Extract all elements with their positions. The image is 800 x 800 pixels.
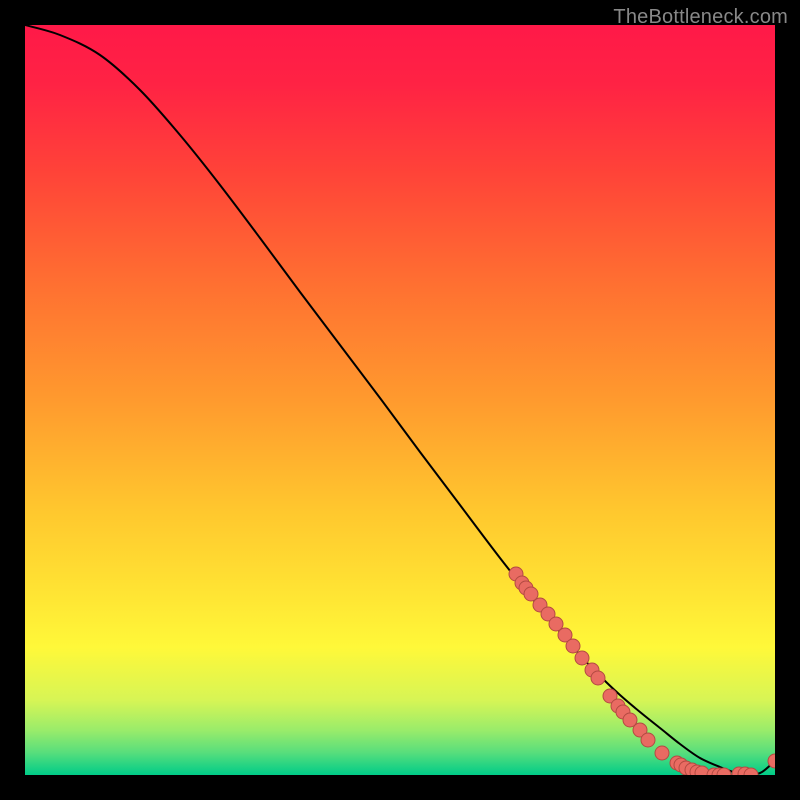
scatter-point	[566, 639, 580, 653]
attribution-label: TheBottleneck.com	[613, 6, 788, 29]
scatter-point	[768, 754, 782, 768]
chart-svg	[0, 0, 800, 800]
scatter-point	[591, 671, 605, 685]
scatter-point	[717, 768, 731, 782]
chart-container: TheBottleneck.com	[0, 0, 800, 800]
scatter-point	[641, 733, 655, 747]
scatter-point	[655, 746, 669, 760]
scatter-point	[575, 651, 589, 665]
scatter-point	[744, 768, 758, 782]
plot-background	[25, 25, 775, 775]
